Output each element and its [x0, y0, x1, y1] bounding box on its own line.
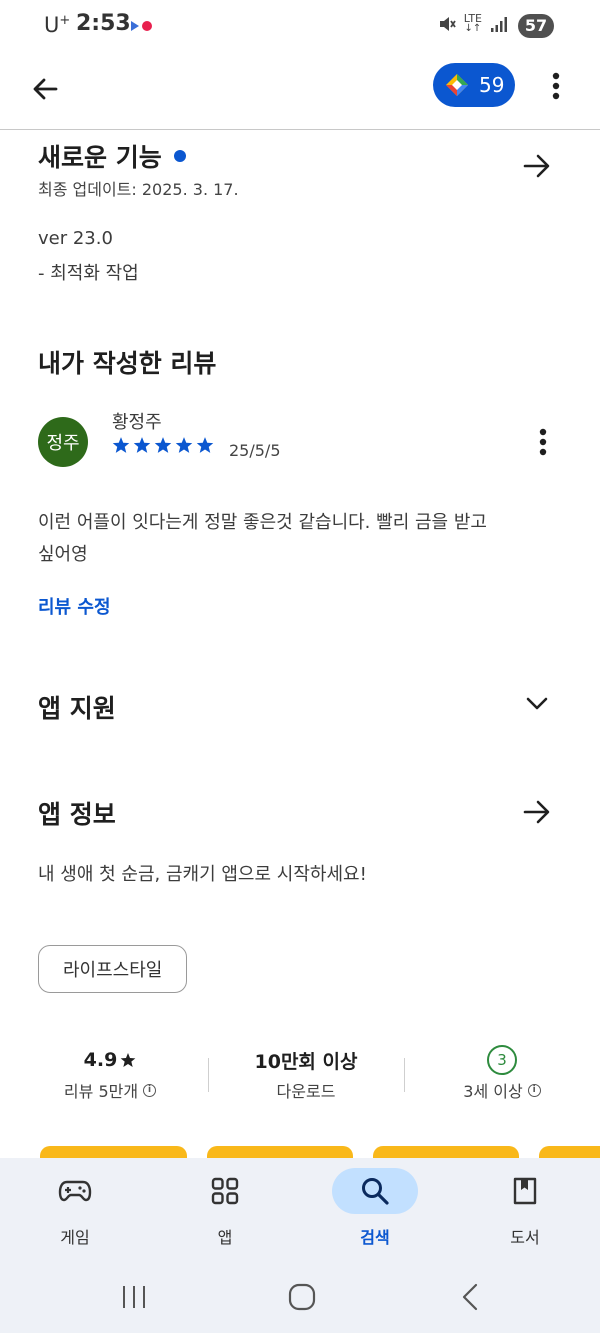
- nav-icon-wrap: [482, 1168, 568, 1214]
- home-button[interactable]: [282, 1280, 322, 1314]
- downloads-stat-value: 10만회 이상: [254, 1050, 358, 1073]
- age-rating-stat[interactable]: 3 3세 이상 i: [412, 1044, 592, 1102]
- update-note-text: - 최적화 작업: [38, 263, 139, 284]
- nav-item-books[interactable]: 도서: [475, 1158, 575, 1258]
- recents-button[interactable]: [114, 1280, 154, 1314]
- search-icon: [362, 1178, 389, 1205]
- back-arrow-icon: [33, 78, 58, 100]
- info-icon: i: [143, 1083, 157, 1097]
- rating-stat-value: 4.9: [20, 1044, 200, 1076]
- nav-item-games[interactable]: 게임: [25, 1158, 125, 1258]
- star-icon: [112, 437, 130, 453]
- review-star-rating: [112, 436, 214, 454]
- more-vert-icon: [539, 428, 547, 456]
- review-text-line-1: 이런 어플이 잇다는게 정말 좋은것 같습니다. 빨리 금을 받고: [38, 512, 487, 533]
- star-icon: [133, 437, 151, 453]
- carrier-label: U+: [44, 13, 71, 37]
- gamepad-icon: [58, 1180, 92, 1202]
- info-icon: i: [527, 1083, 541, 1097]
- arrow-right-icon: [523, 154, 550, 178]
- system-back-button[interactable]: [450, 1280, 490, 1314]
- my-review-title: 내가 작성한 리뷰: [38, 349, 217, 378]
- more-options-button[interactable]: [540, 66, 572, 106]
- bottom-navigation: 게임 앱 검색 도서: [0, 1158, 600, 1258]
- mute-icon: [439, 17, 456, 31]
- play-points-icon: [446, 74, 468, 96]
- review-more-button[interactable]: [527, 422, 559, 462]
- downloads-stat: 10만회 이상 다운로드: [216, 1044, 396, 1102]
- nav-item-apps[interactable]: 앱: [175, 1158, 275, 1258]
- whats-new-title: 새로운 기능: [38, 138, 186, 174]
- app-support-title: 앱 지원: [38, 694, 116, 723]
- review-text-line-2: 싶어영: [38, 544, 88, 565]
- nav-label: 검색: [360, 1228, 390, 1247]
- review-date: 25/5/5: [229, 441, 281, 460]
- avatar: 정주: [38, 417, 88, 467]
- chevron-down-icon: [526, 697, 548, 710]
- age-rating-badge: 3: [487, 1045, 517, 1075]
- chevron-left-icon: [462, 1283, 478, 1311]
- edit-review-link[interactable]: 리뷰 수정: [38, 593, 111, 619]
- star-icon: [175, 437, 193, 453]
- category-chip[interactable]: 라이프스타일: [38, 945, 188, 993]
- rating-stat-label: 리뷰 5만개 i: [20, 1078, 200, 1102]
- version-text: ver 23.0: [38, 228, 113, 249]
- rating-stat[interactable]: 4.9 리뷰 5만개 i: [20, 1044, 200, 1102]
- nav-icon-wrap: [182, 1168, 268, 1214]
- lte-icon: LTE ↓↑: [463, 12, 482, 34]
- back-button[interactable]: [24, 68, 66, 110]
- nav-item-search[interactable]: 검색: [325, 1158, 425, 1258]
- stat-divider: [208, 1058, 209, 1092]
- nav-icon-wrap: [32, 1168, 118, 1214]
- signal-icon: [491, 17, 507, 32]
- recents-icon: [123, 1286, 145, 1308]
- arrow-right-icon: [523, 800, 550, 824]
- status-bar: U+ 2:53 LTE ↓↑ 57: [0, 0, 600, 52]
- book-icon: [513, 1177, 537, 1205]
- review-author: 황정주: [112, 412, 162, 433]
- new-indicator-dot: [173, 150, 186, 162]
- app-bar: 59: [0, 52, 600, 130]
- notification-icon: [131, 21, 152, 31]
- nav-label: 앱: [217, 1228, 233, 1247]
- status-time: 2:53: [76, 11, 131, 36]
- star-icon: [196, 437, 214, 453]
- app-support-expand-button[interactable]: [517, 684, 557, 724]
- nav-label: 도서: [510, 1228, 540, 1247]
- nav-label: 게임: [60, 1228, 90, 1247]
- app-description: 내 생애 첫 순금, 금캐기 앱으로 시작하세요!: [38, 864, 367, 885]
- app-info-title: 앱 정보: [38, 800, 116, 829]
- apps-grid-icon: [211, 1177, 239, 1205]
- points-value: 59: [479, 73, 505, 97]
- last-updated-text: 최종 업데이트: 2025. 3. 17.: [38, 180, 239, 199]
- age-rating-stat-value: 3: [412, 1044, 592, 1076]
- battery-indicator: 57: [518, 14, 554, 38]
- home-icon: [288, 1283, 316, 1311]
- status-icons: LTE ↓↑: [438, 12, 508, 34]
- more-vert-icon: [552, 72, 560, 100]
- star-icon: [120, 1053, 136, 1067]
- whats-new-arrow-button[interactable]: [517, 146, 557, 186]
- app-info-arrow-button[interactable]: [517, 792, 557, 832]
- nav-icon-wrap: [332, 1168, 418, 1214]
- system-navigation-bar: [0, 1258, 600, 1333]
- age-rating-stat-label: 3세 이상 i: [412, 1078, 592, 1102]
- star-icon: [154, 437, 172, 453]
- play-points-chip[interactable]: 59: [433, 63, 515, 107]
- downloads-stat-label: 다운로드: [276, 1082, 336, 1101]
- stat-divider: [404, 1058, 405, 1092]
